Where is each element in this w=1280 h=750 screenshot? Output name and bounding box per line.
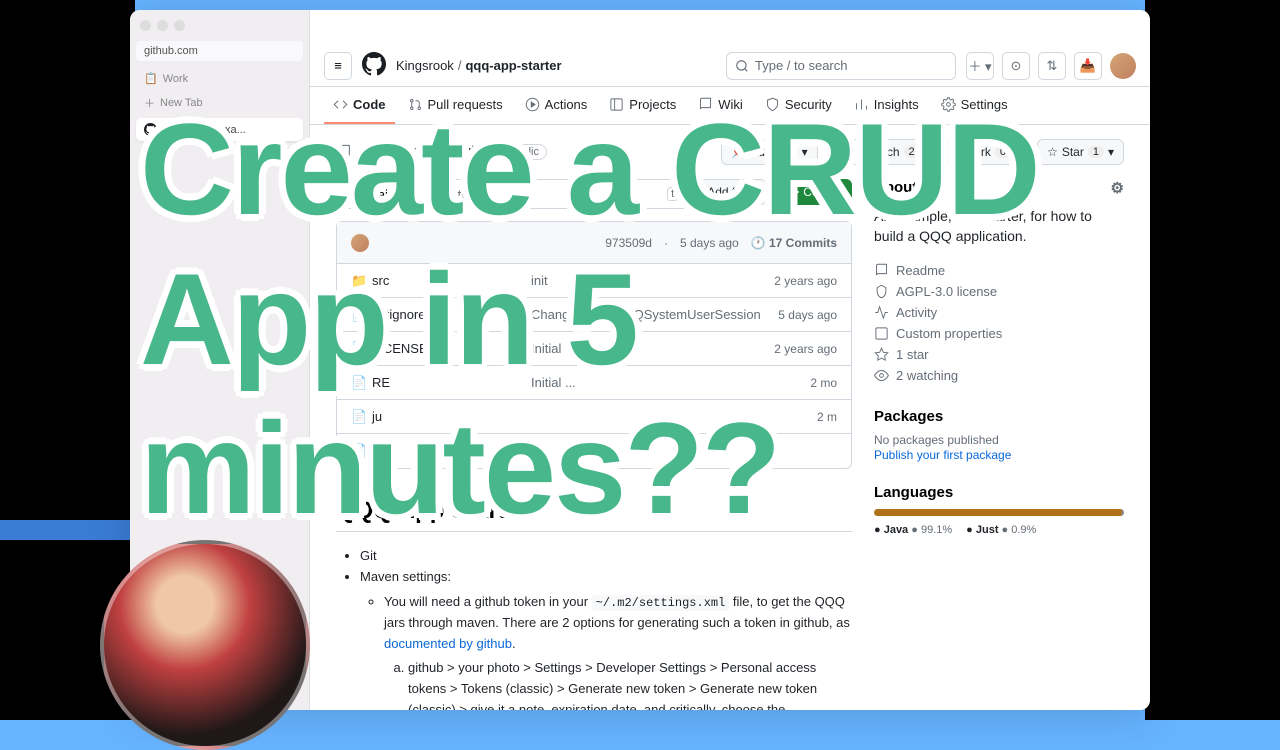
repo-header: qqq-app-starter Public 📌 Edit Pins ▾ 👁 U…	[310, 125, 1150, 179]
latest-commit[interactable]: 973509d · 5 days ago 🕐 17 Commits	[337, 222, 851, 264]
inbox-icon[interactable]: 📥	[1074, 52, 1102, 80]
pull-requests-icon[interactable]: ⇅	[1038, 52, 1066, 80]
readme-heading: QQQ App Starter	[336, 497, 852, 532]
code-button[interactable]: <> Code ▾	[775, 179, 852, 205]
breadcrumb: Kingsrook / qqq-app-starter	[396, 58, 562, 73]
owner-link[interactable]: Kingsrook	[396, 58, 454, 73]
star-button[interactable]: ☆ Star 1 ▾	[1037, 139, 1124, 165]
repo-description: An example, or a starter, for how to bui…	[874, 207, 1124, 246]
file-row[interactable]: 📄ju2 m	[337, 400, 851, 434]
goto-file-input[interactable]: Go to filet	[426, 179, 690, 209]
address-bar[interactable]: github.com	[136, 41, 303, 61]
search-icon	[735, 59, 749, 73]
commits-link[interactable]: 🕐 17 Commits	[751, 236, 837, 250]
tab-insights[interactable]: Insights	[845, 88, 928, 124]
create-button[interactable]: ＋ ▾	[966, 52, 994, 80]
sidebar: About⚙ An example, or a starter, for how…	[874, 179, 1124, 710]
lang-just[interactable]: Just 0.9%	[966, 524, 1036, 536]
license-link[interactable]: AGPL-3.0 license	[874, 281, 1124, 302]
add-file-button[interactable]: Add file ▾	[697, 179, 767, 205]
tab-code[interactable]: Code	[324, 88, 395, 124]
repo-nav: Code Pull requests Actions Projects Wiki…	[310, 87, 1150, 125]
languages-heading: Languages	[874, 484, 1124, 501]
github-icon	[144, 123, 157, 136]
file-list: 973509d · 5 days ago 🕐 17 Commits 📁srcin…	[336, 221, 852, 469]
menu-button[interactable]: ≡	[324, 52, 352, 80]
gear-icon[interactable]: ⚙	[1111, 179, 1124, 197]
branch-select[interactable]: ⌥ main ▾	[336, 179, 418, 209]
search-input[interactable]: Type / to search	[726, 52, 956, 80]
watching-link[interactable]: 2 watching	[874, 365, 1124, 386]
publish-package-link[interactable]: Publish your first package	[874, 448, 1011, 462]
activity-link[interactable]: Activity	[874, 302, 1124, 323]
file-row[interactable]: 📄po	[337, 434, 851, 468]
commit-avatar	[351, 234, 369, 252]
readme-link[interactable]: Readme	[874, 260, 1124, 281]
edit-pins-button[interactable]: 📌 Edit Pins ▾	[721, 139, 817, 165]
avatar[interactable]	[1110, 53, 1136, 79]
github-logo-icon[interactable]	[362, 52, 386, 79]
unwatch-button[interactable]: 👁 Unwatch 2 ▾	[824, 139, 940, 165]
doc-link[interactable]: documented by github	[384, 636, 512, 651]
file-row[interactable]: 📁srcinit2 years ago	[337, 264, 851, 298]
tab-pull-requests[interactable]: Pull requests	[399, 88, 512, 124]
tab-projects[interactable]: Projects	[600, 88, 685, 124]
tab-actions[interactable]: Actions	[516, 88, 597, 124]
repo-icon	[336, 144, 352, 160]
github-header: ≡ Kingsrook / qqq-app-starter Type / to …	[310, 45, 1150, 87]
fork-button[interactable]: ⑂ Fork 0 ▾	[946, 139, 1031, 165]
readme-content: Git Maven settings: You will need a gith…	[336, 546, 852, 710]
repo-link[interactable]: qqq-app-starter	[465, 58, 561, 73]
file-row[interactable]: 📄LICENSEInitial version2 years ago	[337, 332, 851, 366]
window-controls[interactable]	[136, 16, 303, 35]
custom-properties-link[interactable]: Custom properties	[874, 323, 1124, 344]
sidebar-bookmarks[interactable]: 📋 Work	[136, 67, 303, 90]
file-row[interactable]: 📄.gitignoreChange ... to use QSystemUser…	[337, 298, 851, 332]
language-bar	[874, 509, 1124, 516]
issues-icon[interactable]: ⊙	[1002, 52, 1030, 80]
browser-tab[interactable]: -starter: An exa...	[136, 118, 303, 141]
visibility-badge: Public	[501, 144, 547, 160]
tab-security[interactable]: Security	[756, 88, 841, 124]
packages-heading: Packages	[874, 408, 1124, 425]
webcam-overlay	[100, 540, 310, 750]
page-title: qqq-app-starter	[360, 142, 493, 163]
file-row[interactable]: 📄REInitial ...2 mo	[337, 366, 851, 400]
page-content: ≡ Kingsrook / qqq-app-starter Type / to …	[310, 10, 1150, 710]
lang-java[interactable]: Java 99.1%	[874, 524, 952, 536]
new-tab-button[interactable]: ＋ New Tab	[136, 90, 303, 116]
tab-wiki[interactable]: Wiki	[689, 88, 752, 124]
stars-link[interactable]: 1 star	[874, 344, 1124, 365]
tab-settings[interactable]: Settings	[932, 88, 1017, 124]
